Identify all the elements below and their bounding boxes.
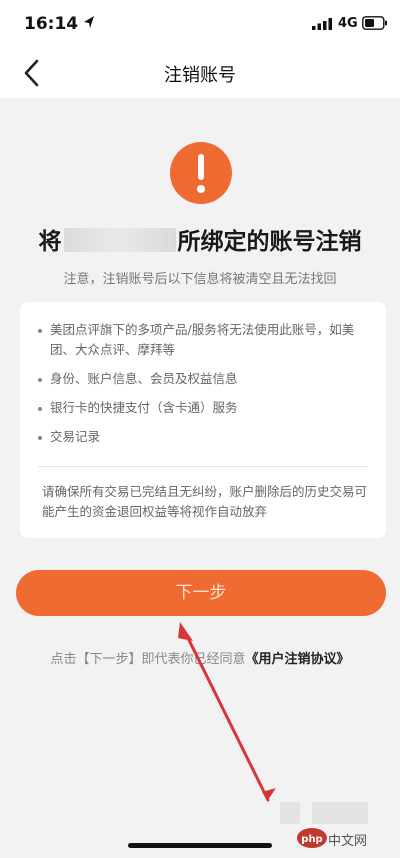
divider [38,466,368,467]
headline-prefix: 将 [38,229,62,255]
list-item: 美团点评旗下的多项产品/服务将无法使用此账号，如美团、大众点评、摩拜等 [36,320,376,360]
logo-text: php [301,834,322,845]
page-title: 注销账号 [164,65,236,86]
list-item: 交易记录 [36,427,376,447]
info-card: 美团点评旗下的多项产品/服务将无法使用此账号，如美团、大众点评、摩拜等 身份、账… [20,302,386,538]
notice-text: 注意，注销账号后以下信息将被清空且无法找回 [63,272,337,287]
home-indicator[interactable] [128,843,272,848]
status-bar: 16:14 4G [0,0,400,48]
blurred-area [312,802,368,824]
network-type: 4G [338,16,358,31]
headline-suffix: 所绑定的账号注销 [177,229,362,255]
navigation-bar: 注销账号 [0,48,400,98]
cancellation-agreement-link[interactable]: 《用户注销协议》 [246,652,350,667]
list-item: 身份、账户信息、会员及权益信息 [36,369,376,389]
agreement-notice: 点击【下一步】即代表你已经同意《用户注销协议》 [0,648,400,667]
warning-text: 请确保所有交易已完结且无纠纷，账户删除后的历史交易可能产生的资金退回权益等将视作… [42,484,368,519]
cellular-signal-icon [312,18,332,30]
blurred-area [280,802,300,824]
php-logo-icon: php [297,828,327,848]
headline: 将 所绑定的账号注销 [0,222,400,256]
battery-icon [362,16,387,30]
agreement-prefix: 点击【下一步】即代表你已经同意 [50,652,246,667]
list-item: 银行卡的快捷支付（含卡通）服务 [36,398,376,418]
cleared-info-list: 美团点评旗下的多项产品/服务将无法使用此账号，如美团、大众点评、摩拜等 身份、账… [36,320,376,456]
next-step-button[interactable]: 下一步 [16,570,386,616]
watermark-text: 中文网 [328,834,368,849]
status-time: 16:14 [24,14,79,34]
masked-phone-number [63,228,176,252]
exclamation-icon [170,142,232,204]
location-arrow-icon [84,16,94,28]
